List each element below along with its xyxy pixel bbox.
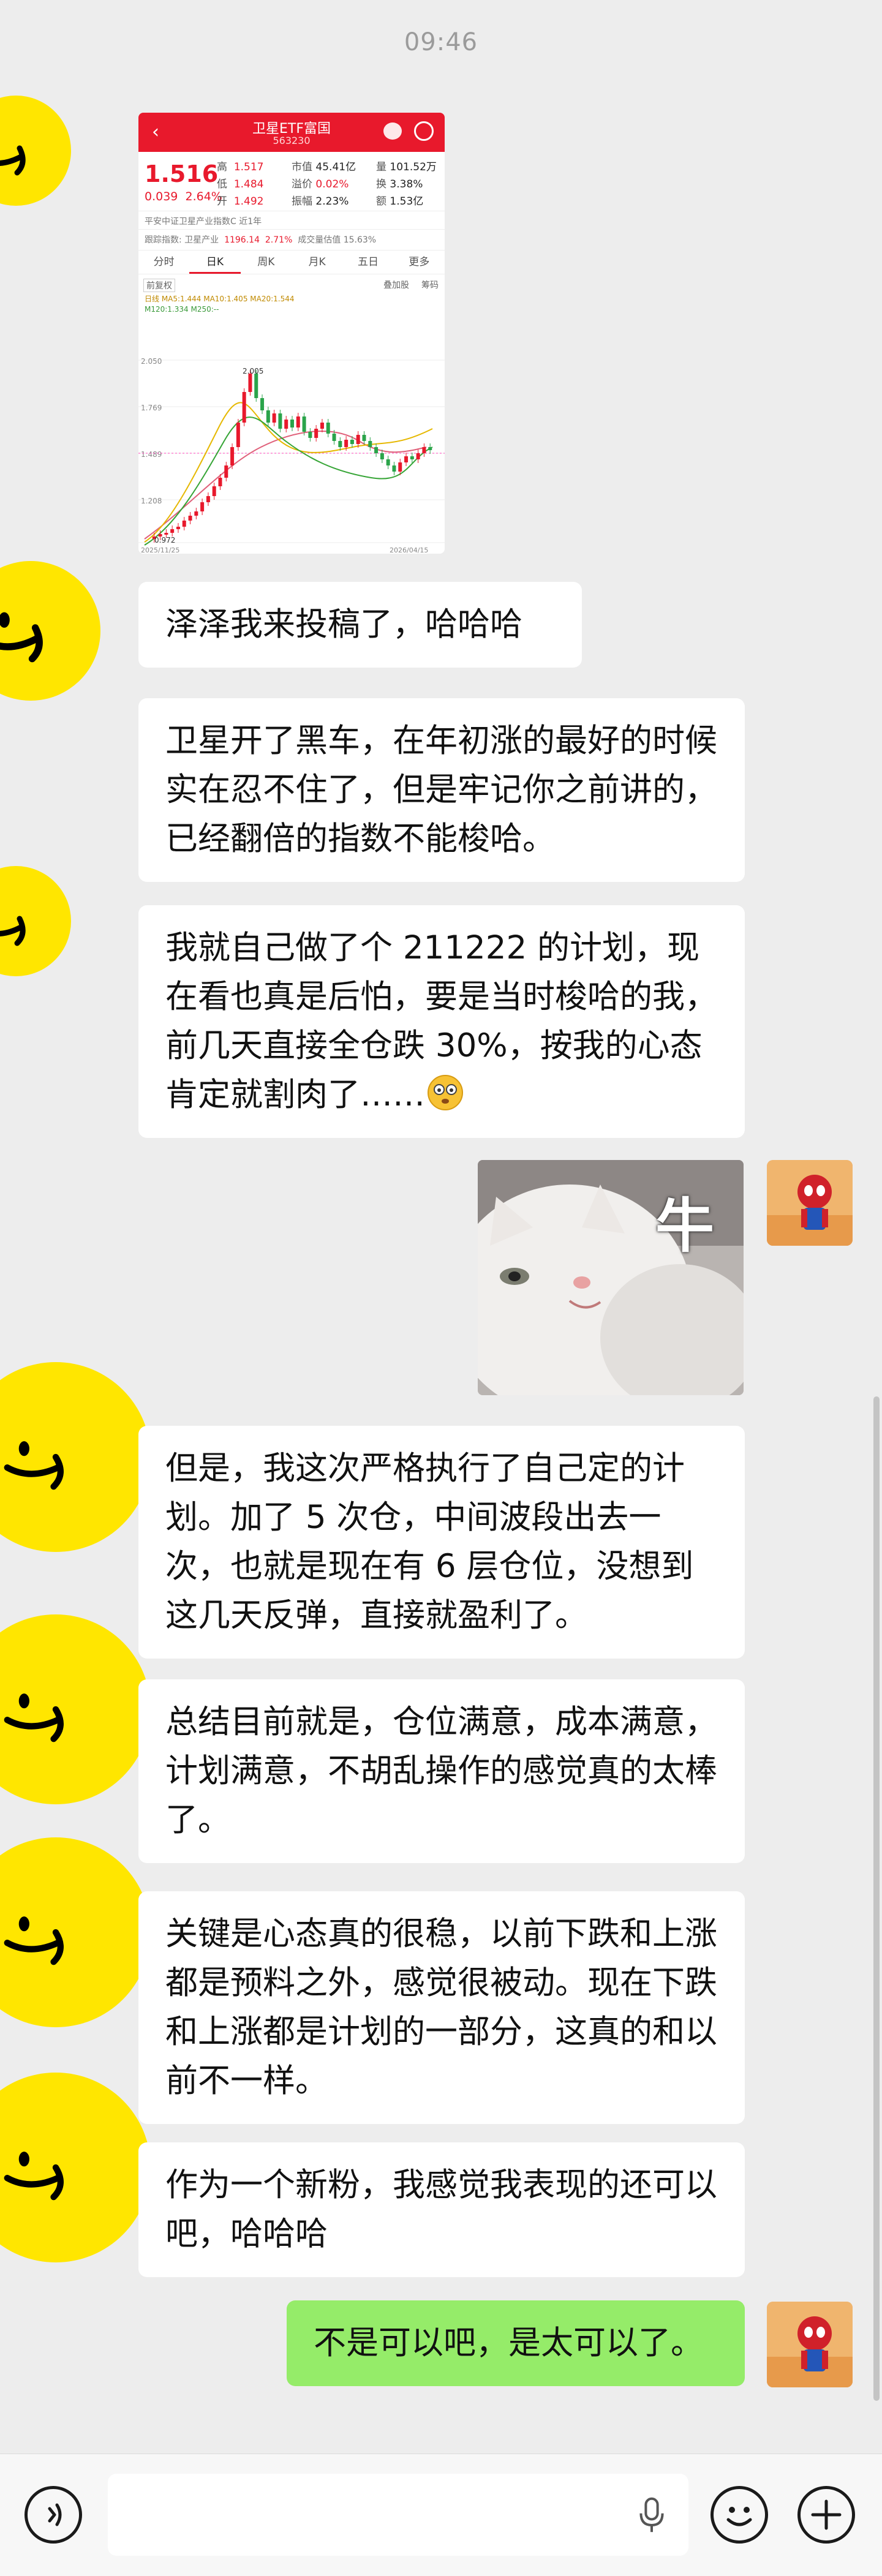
smiley-face-icon <box>4 2152 64 2201</box>
amp-stat: 振幅 2.23% <box>292 195 349 208</box>
microphone-icon[interactable] <box>637 2496 666 2535</box>
y-label-1: 1.769 <box>141 404 162 412</box>
smiley-face-icon <box>0 916 26 946</box>
mktcap-stat: 市值 45.41亿 <box>292 161 356 173</box>
tab-monthly-k[interactable]: 月K <box>292 250 342 274</box>
contact-avatar[interactable] <box>0 1362 151 1552</box>
chat-message-bubble[interactable]: 作为一个新粉，我感觉我表现的还可以吧，哈哈哈 <box>138 2142 745 2277</box>
ma-short-line <box>144 402 433 543</box>
ma-long-line <box>144 430 427 540</box>
spiderman-avatar-icon <box>767 1160 853 1246</box>
premium-stat: 溢价 0.02% <box>292 178 349 190</box>
voice-wave-icon <box>48 2503 62 2526</box>
tab-fenshi[interactable]: 分时 <box>138 250 189 274</box>
input-toolbar <box>0 2454 882 2576</box>
high-stat: 高 1.517 <box>217 161 264 173</box>
track-index-line: 跟踪指数: 卫星产业 1196.14 2.71% 成交量估值 15.63% <box>138 229 445 250</box>
stock-change: 0.039 2.64% <box>145 190 222 203</box>
contact-avatar[interactable] <box>0 866 71 976</box>
stock-app-header: ‹ 卫星ETF富国 563230 <box>138 113 445 152</box>
contact-avatar[interactable] <box>0 2073 151 2262</box>
my-avatar[interactable] <box>767 1160 853 1246</box>
scrollbar[interactable] <box>873 1396 880 2401</box>
chart-period-tabs: 分时 日K 周K 月K 五日 更多 <box>138 250 445 274</box>
candlestick-chart: 2.050 1.769 1.489 1.208 2.005 0.972 2025… <box>138 357 445 554</box>
y-label-0: 2.050 <box>141 357 162 366</box>
search-icon <box>414 121 434 141</box>
ma-legend-line-2: M120:1.334 M250:-- <box>145 305 219 314</box>
contact-avatar[interactable] <box>0 1837 151 2027</box>
tab-daily-k[interactable]: 日K <box>189 250 241 274</box>
low-stat: 低 1.484 <box>217 178 264 190</box>
chat-message-bubble[interactable]: 总结目前就是，仓位满意，成本满意，计划满意，不胡乱操作的感觉真的太棒了。 <box>138 1679 745 1863</box>
chat-screen: 09:46 ‹ 卫星ETF富国 563230 1.516 0.039 2.64%… <box>0 0 882 2576</box>
smiley-face-icon <box>0 612 43 663</box>
chat-message-bubble[interactable]: 泽泽我来投稿了，哈哈哈 <box>138 582 582 668</box>
date-right: 2026/04/15 <box>390 546 428 554</box>
smile-icon <box>726 2507 752 2526</box>
overlay-button[interactable]: 叠加股 <box>383 279 409 291</box>
message-input[interactable] <box>108 2474 688 2556</box>
chat-message-bubble[interactable]: 卫星开了黑车，在年初涨的最好的时候实在忍不住了，但是牢记你之前讲的，已经翻倍的指… <box>138 698 745 882</box>
chat-message-bubble[interactable]: 但是，我这次严格执行了自己定的计划。加了 5 次仓，中间波段出去一次，也就是现在… <box>138 1426 745 1659</box>
spiderman-avatar-icon <box>767 2302 853 2387</box>
tab-weekly-k[interactable]: 周K <box>241 250 292 274</box>
contact-avatar[interactable] <box>0 1614 151 1804</box>
tab-more[interactable]: 更多 <box>394 250 445 274</box>
cat-sticker-image[interactable]: 牛 <box>478 1160 744 1395</box>
stock-price: 1.516 <box>145 160 219 187</box>
index-line: 平安中证卫星产业指数C 近1年 <box>138 211 445 229</box>
more-actions-button[interactable] <box>797 2486 855 2544</box>
vol-stat: 量 101.52万 <box>376 161 437 173</box>
smiley-face-icon <box>4 1693 64 1742</box>
ma-legend: 日线 MA5:1.444 MA10:1.405 MA20:1.544 M120:… <box>138 294 445 317</box>
y-label-2: 1.489 <box>141 450 162 459</box>
chips-button[interactable]: 筹码 <box>421 279 439 291</box>
message-timestamp: 09:46 <box>404 28 478 56</box>
chat-message-bubble[interactable]: 关键是心态真的很稳，以前下跌和上涨都是预料之外，感觉很被动。现在下跌和上涨都是计… <box>138 1891 745 2124</box>
sticker-caption: 牛 <box>655 1192 714 1260</box>
chart-low-annotation: 0.972 <box>154 536 175 544</box>
chat-message-bubble[interactable]: 我就自己做了个 211222 的计划，现在看也真是后怕，要是当时梭哈的我，前几天… <box>138 905 745 1138</box>
smiley-face-icon <box>4 1441 64 1490</box>
chart-high-annotation: 2.005 <box>243 367 263 375</box>
candles-group <box>152 370 432 543</box>
plus-icon <box>811 2499 842 2530</box>
my-message-bubble[interactable]: 不是可以吧，是太可以了。 <box>287 2300 745 2386</box>
smiley-face-icon <box>0 145 26 176</box>
chart-options: 前复权 叠加股 筹码 <box>138 274 445 294</box>
stunned-face-emoji-icon <box>428 1075 463 1110</box>
my-avatar[interactable] <box>767 2302 853 2387</box>
voice-toggle-button[interactable] <box>24 2486 82 2544</box>
contact-avatar[interactable] <box>0 561 100 701</box>
adjust-select[interactable]: 前复权 <box>143 279 175 292</box>
stock-screenshot-image[interactable]: ‹ 卫星ETF富国 563230 1.516 0.039 2.64% 高 1.5… <box>138 113 445 554</box>
quote-panel: 1.516 0.039 2.64% 高 1.517 低 1.484 开 1.49… <box>138 152 445 211</box>
smiley-face-icon <box>4 1916 64 1965</box>
robot-icon <box>383 122 402 140</box>
tab-five-day[interactable]: 五日 <box>342 250 393 274</box>
open-stat: 开 1.492 <box>217 195 264 208</box>
y-label-3: 1.208 <box>141 497 162 505</box>
date-left: 2025/11/25 <box>141 546 179 554</box>
turnover-stat: 换 3.38% <box>376 178 423 190</box>
ma-legend-line-1: 日线 MA5:1.444 MA10:1.405 MA20:1.544 <box>145 295 295 303</box>
amount-stat: 额 1.53亿 <box>376 195 424 208</box>
emoji-button[interactable] <box>710 2486 768 2544</box>
contact-avatar[interactable] <box>0 96 71 206</box>
